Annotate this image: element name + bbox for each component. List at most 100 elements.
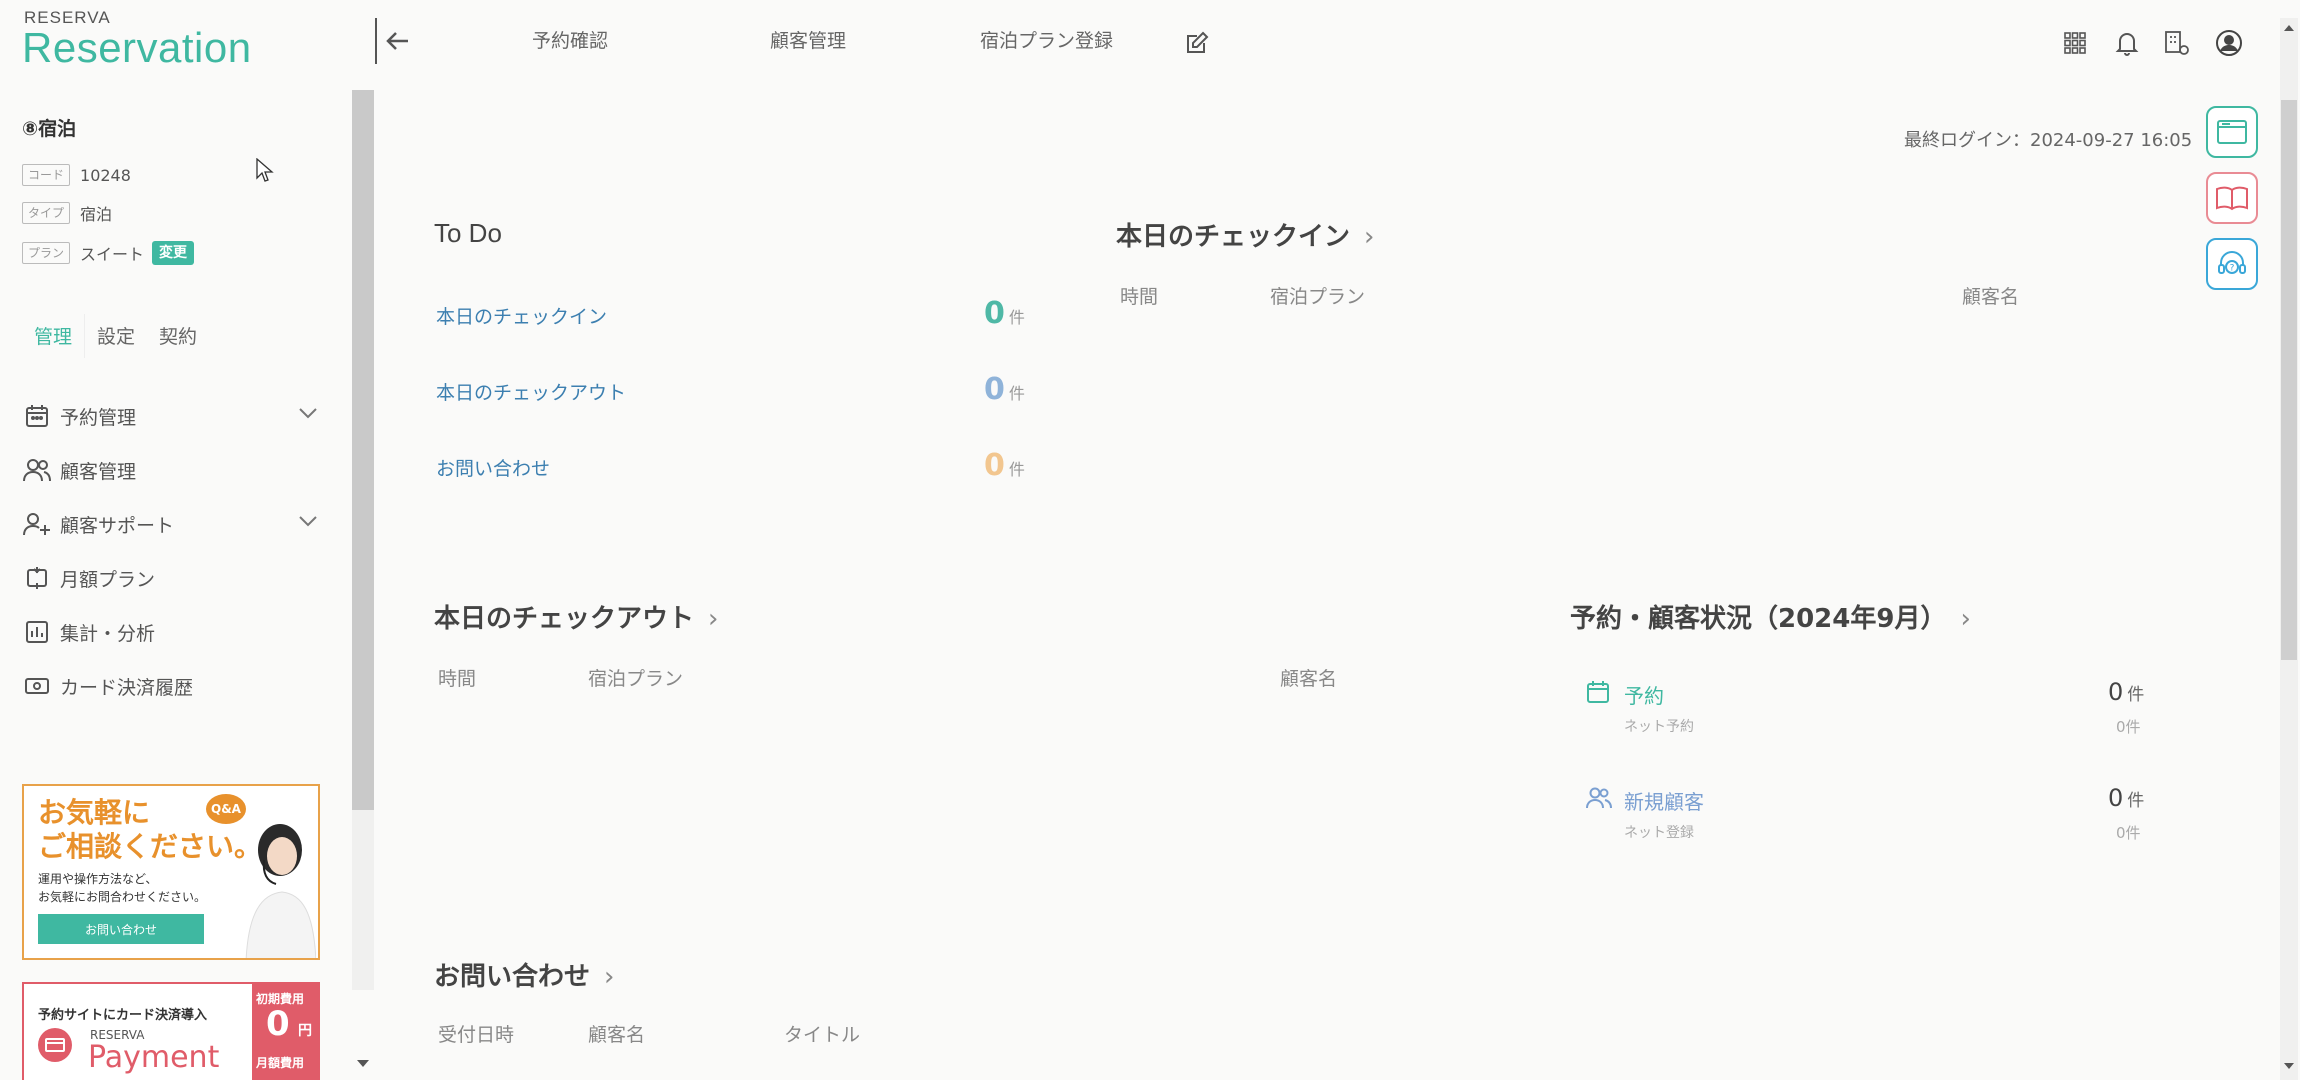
calendar-icon: [1586, 680, 1610, 704]
nav-customer-management[interactable]: 顧客管理: [770, 26, 846, 53]
checkout-section-title[interactable]: 本日のチェックアウト ›: [434, 598, 718, 635]
sidebar-item-label: 顧客管理: [60, 460, 137, 483]
checkin-col-time: 時間: [1120, 286, 1159, 308]
sidebar-item-analytics[interactable]: 集計・分析: [22, 610, 322, 654]
banner-line1: お気軽に: [38, 796, 151, 829]
plan-tag: プラン: [22, 242, 71, 264]
back-arrow-icon[interactable]: [384, 28, 412, 54]
banner-body2: お気軽にお問合わせください。: [38, 890, 207, 904]
scroll-down-arrow-icon[interactable]: [2283, 1062, 2295, 1070]
sidebar-item-customer-support[interactable]: 顧客サポート: [22, 502, 322, 546]
tab-contract[interactable]: 契約: [147, 314, 209, 358]
users-icon: [22, 455, 52, 485]
sidebar-item-reservations[interactable]: 予約管理: [22, 394, 322, 438]
todo-checkin-count: 0件: [984, 296, 1025, 331]
bell-icon[interactable]: [2110, 26, 2144, 60]
change-plan-button[interactable]: 変更: [152, 241, 195, 265]
status-reservation-subcount: 0件: [2116, 718, 2141, 736]
banner-body1: 運用や操作方法など、: [38, 872, 158, 886]
nav-plan-registration[interactable]: 宿泊プラン登録: [980, 26, 1113, 53]
fee-panel: 初期費用 0 円 月額費用: [252, 984, 318, 1080]
status-new-customer-label[interactable]: 新規顧客: [1624, 786, 1704, 815]
contact-banner[interactable]: お気軽に ご相談ください。 Q&A 運用や操作方法など、 お気軽にお問合わせくだ…: [22, 784, 320, 960]
last-login: 最終ログイン：2024-09-27 16:05: [1904, 130, 2193, 151]
status-new-customer-count: 0件: [2108, 784, 2145, 812]
sidebar-item-customers[interactable]: 顧客管理: [22, 448, 322, 492]
scroll-up-arrow-icon[interactable]: [2283, 24, 2295, 32]
status-new-customer-sub: ネット登録: [1624, 825, 1694, 841]
svg-text:?: ?: [2230, 264, 2235, 274]
sidebar-item-monthly-plan[interactable]: 月額プラン: [22, 556, 322, 600]
checkin-col-plan: 宿泊プラン: [1270, 286, 1366, 308]
mouse-cursor-icon: [256, 158, 274, 184]
nav-reservation-check[interactable]: 予約確認: [532, 26, 608, 53]
edit-icon[interactable]: [1180, 26, 1214, 60]
page-scrollbar-thumb[interactable]: [2281, 100, 2297, 660]
bar-chart-icon: [22, 617, 52, 647]
inquiry-col-title: タイトル: [784, 1024, 861, 1046]
sidebar-item-card-history[interactable]: カード決済履歴: [22, 664, 322, 708]
sidebar-tabs: 管理 設定 契約: [22, 314, 209, 358]
apps-grid-icon[interactable]: [2058, 26, 2092, 60]
users-icon: [1586, 786, 1612, 810]
code-tag: コード: [22, 164, 71, 186]
building-settings-icon[interactable]: [2160, 26, 2194, 60]
status-reservation-label[interactable]: 予約: [1624, 680, 1664, 709]
sidebar: RESERVA Reservation ⑧宿泊 コード 10248 タイプ 宿泊…: [0, 0, 374, 1080]
card-icon: [38, 1028, 72, 1062]
scroll-down-arrow-icon[interactable]: [356, 1058, 370, 1068]
status-reservation-sub: ネット予約: [1624, 719, 1694, 735]
sidebar-item-label: 月額プラン: [60, 568, 156, 591]
user-support-icon: [22, 509, 52, 539]
sidebar-scrollbar-thumb[interactable]: [352, 90, 374, 810]
chevron-right-icon: ›: [604, 962, 615, 992]
type-tag: タイプ: [22, 202, 71, 224]
store-plan: スイート: [80, 245, 145, 264]
store-plan-row: プラン スイート 変更: [22, 240, 195, 266]
payment-banner[interactable]: 予約サイトにカード決済導入 RESERVA Payment 初期費用 0 円 月…: [22, 982, 320, 1080]
fee1-unit: 円: [298, 1023, 312, 1039]
status-new-customer-subcount: 0件: [2116, 824, 2141, 842]
browser-window-icon: [2216, 119, 2248, 145]
payment-headline: 予約サイトにカード決済導入: [38, 1008, 208, 1023]
store-code: 10248: [80, 165, 131, 185]
checkout-col-time: 時間: [438, 668, 477, 690]
brand-logo[interactable]: Reservation: [22, 24, 252, 72]
operator-photo: [236, 816, 316, 958]
card-icon: [22, 671, 52, 701]
todo-inquiry-count: 0件: [984, 448, 1025, 483]
sidebar-item-label: 顧客サポート: [60, 514, 175, 537]
app-window: RESERVA Reservation ⑧宿泊 コード 10248 タイプ 宿泊…: [0, 0, 2300, 1080]
status-reservation-count: 0件: [2108, 678, 2145, 706]
checkout-col-customer: 顧客名: [1280, 668, 1338, 690]
chevron-right-icon: ›: [1960, 604, 1971, 634]
store-type-row: タイプ 宿泊: [22, 200, 112, 226]
store-name: ⑧宿泊: [22, 118, 77, 140]
header-divider: [375, 18, 377, 64]
inquiry-section-title[interactable]: お問い合わせ ›: [434, 956, 614, 993]
headset-help-icon: ?: [2216, 248, 2248, 280]
todo-inquiry-link[interactable]: お問い合わせ: [436, 454, 550, 481]
todo-checkout-link[interactable]: 本日のチェックアウト: [436, 378, 626, 405]
manual-button[interactable]: [2206, 172, 2258, 224]
chevron-right-icon: ›: [1364, 222, 1375, 252]
repeat-icon: [22, 563, 52, 593]
fee2-label: 月額費用: [256, 1056, 305, 1070]
payment-brand: Payment: [88, 1040, 220, 1075]
tab-settings[interactable]: 設定: [85, 314, 147, 358]
browser-view-button[interactable]: [2206, 106, 2258, 158]
help-button[interactable]: ?: [2206, 238, 2258, 290]
sidebar-item-label: カード決済履歴: [60, 676, 194, 699]
chevron-down-icon[interactable]: [298, 514, 318, 528]
inquiry-col-date: 受付日時: [438, 1024, 515, 1046]
sidebar-item-label: 予約管理: [60, 406, 137, 429]
todo-checkin-link[interactable]: 本日のチェックイン: [436, 302, 607, 329]
checkin-section-title[interactable]: 本日のチェックイン ›: [1116, 216, 1374, 253]
status-section-title[interactable]: 予約・顧客状況（2024年9月） ›: [1570, 598, 1971, 635]
banner-contact-button[interactable]: お問い合わせ: [38, 914, 204, 944]
account-icon[interactable]: [2212, 26, 2246, 60]
checkout-col-plan: 宿泊プラン: [588, 668, 684, 690]
checkin-col-customer: 顧客名: [1962, 286, 2020, 308]
chevron-down-icon[interactable]: [298, 406, 318, 420]
tab-manage[interactable]: 管理: [22, 314, 86, 358]
